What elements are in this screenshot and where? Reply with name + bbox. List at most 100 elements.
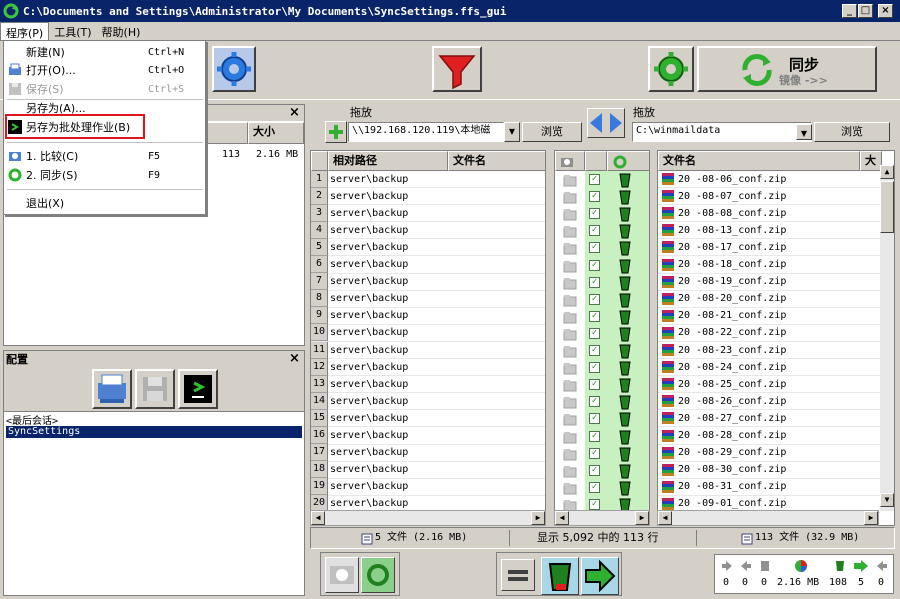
config-close-icon[interactable]: × <box>289 351 300 366</box>
show-equal-files-button[interactable] <box>501 559 535 591</box>
table-row[interactable]: 16 server\backup <box>311 427 545 445</box>
trash-icon[interactable] <box>617 206 633 222</box>
menu-item-exit[interactable]: 退出(X) <box>4 194 205 212</box>
trash-icon[interactable] <box>617 240 633 256</box>
sync-button[interactable]: 同步 镜像 ->> <box>697 46 877 92</box>
right-folder-input[interactable]: C:\winmaildata <box>632 122 812 142</box>
trash-icon[interactable] <box>617 411 633 427</box>
table-row[interactable]: 13 server\backup <box>311 375 545 394</box>
table-row[interactable]: 20 -08-18_conf.zip <box>658 257 880 274</box>
table-row[interactable]: 20 -08-28_conf.zip <box>658 428 880 445</box>
table-row[interactable]: 1 server\backup <box>311 170 545 188</box>
table-row[interactable]: 10 server\backup <box>311 324 545 342</box>
action-row[interactable]: ✓ <box>555 291 649 308</box>
action-row[interactable]: ✓ <box>555 308 649 325</box>
left-folder-dropdown[interactable]: ▼ <box>504 122 520 142</box>
action-row[interactable]: ✓ <box>555 188 649 205</box>
table-row[interactable]: 19 server\backup <box>311 478 545 496</box>
table-row[interactable]: 20 -08-25_conf.zip <box>658 376 880 394</box>
col-header-category[interactable] <box>555 151 585 171</box>
action-row[interactable]: ✓ <box>555 257 649 274</box>
include-checkbox[interactable]: ✓ <box>589 191 600 203</box>
middle-hscrollbar[interactable]: ◀ ▶ <box>554 510 650 526</box>
trash-icon[interactable] <box>617 360 633 376</box>
table-row[interactable]: 20 -08-20_conf.zip <box>658 291 880 308</box>
table-row[interactable]: 14 server\backup <box>311 392 545 411</box>
include-checkbox[interactable]: ✓ <box>589 174 600 185</box>
include-checkbox[interactable]: ✓ <box>589 293 600 305</box>
right-browse-button[interactable]: 浏览 <box>814 122 890 142</box>
config-item-syncsettings[interactable]: SyncSettings <box>6 426 302 438</box>
load-config-button[interactable] <box>92 369 132 409</box>
action-row[interactable]: ✓ <box>555 325 649 342</box>
action-row[interactable]: ✓ <box>555 239 649 256</box>
col-header-relpath[interactable]: 相对路径 <box>328 151 448 171</box>
maximize-button[interactable]: □ <box>858 4 873 18</box>
menu-item-sync[interactable]: 2. 同步(S) F9 <box>4 166 205 184</box>
table-row[interactable]: 20 -08-21_conf.zip <box>658 308 880 325</box>
menu-tools[interactable]: 工具(T) <box>49 22 96 40</box>
col-header-filename-right[interactable]: 文件名 <box>658 151 860 171</box>
action-row[interactable]: ✓ <box>555 462 649 479</box>
table-row[interactable]: 8 server\backup <box>311 290 545 308</box>
panel-close-icon[interactable]: × <box>289 105 300 120</box>
trash-icon[interactable] <box>617 446 633 462</box>
add-folder-pair-button[interactable] <box>325 121 347 143</box>
trash-icon[interactable] <box>617 377 633 393</box>
trash-icon[interactable] <box>617 309 633 325</box>
table-row[interactable]: 4 server\backup <box>311 221 545 240</box>
trash-icon[interactable] <box>617 429 633 445</box>
table-row[interactable]: 20 -08-22_conf.zip <box>658 325 880 342</box>
table-row[interactable]: 20 -08-31_conf.zip <box>658 479 880 496</box>
show-equal-button[interactable] <box>325 557 359 593</box>
action-row[interactable]: ✓ <box>555 171 649 188</box>
table-row[interactable]: 20 -08-07_conf.zip <box>658 188 880 206</box>
menu-item-compare[interactable]: 1. 比较(C) F5 <box>4 147 205 165</box>
table-row[interactable]: 15 server\backup <box>311 409 545 428</box>
include-checkbox[interactable]: ✓ <box>589 379 600 391</box>
trash-icon[interactable] <box>617 326 633 342</box>
table-row[interactable]: 20 -08-13_conf.zip <box>658 222 880 240</box>
right-folder-dropdown[interactable]: ▼ <box>796 124 812 140</box>
menu-program[interactable]: 程序(P) <box>0 22 50 40</box>
include-checkbox[interactable]: ✓ <box>589 396 600 408</box>
sync-settings-button[interactable] <box>648 46 694 92</box>
include-checkbox[interactable]: ✓ <box>589 208 600 220</box>
col-header-sync-action[interactable] <box>607 151 649 171</box>
save-config-button[interactable] <box>135 369 175 409</box>
include-checkbox[interactable]: ✓ <box>589 362 600 374</box>
action-row[interactable]: ✓ <box>555 393 649 410</box>
table-row[interactable]: 7 server\backup <box>311 273 545 291</box>
include-checkbox[interactable]: ✓ <box>589 447 600 459</box>
swap-sides-button[interactable] <box>587 108 625 138</box>
col-header-filename-left[interactable]: 文件名 <box>448 151 545 171</box>
action-row[interactable]: ✓ <box>555 342 649 359</box>
trash-icon[interactable] <box>617 394 633 410</box>
trash-icon[interactable] <box>617 258 633 274</box>
table-row[interactable]: 20 -08-08_conf.zip <box>658 205 880 223</box>
show-delete-button[interactable] <box>541 557 579 595</box>
trash-icon[interactable] <box>617 480 633 496</box>
trash-icon[interactable] <box>617 223 633 239</box>
table-row[interactable]: 11 server\backup <box>311 341 545 359</box>
action-row[interactable]: ✓ <box>555 445 649 462</box>
action-row[interactable]: ✓ <box>555 376 649 393</box>
include-checkbox[interactable]: ✓ <box>589 498 600 510</box>
action-row[interactable]: ✓ <box>555 479 649 496</box>
trash-icon[interactable] <box>617 343 633 359</box>
show-sync-button[interactable] <box>361 557 395 593</box>
left-browse-button[interactable]: 浏览 <box>522 122 582 142</box>
table-row[interactable]: 20 -08-26_conf.zip <box>658 393 880 411</box>
table-row[interactable]: 6 server\backup <box>311 256 545 274</box>
include-checkbox[interactable]: ✓ <box>589 430 600 442</box>
col-header-size[interactable]: 大小 <box>248 122 304 144</box>
trash-icon[interactable] <box>617 275 633 291</box>
include-checkbox[interactable]: ✓ <box>589 242 600 254</box>
action-row[interactable]: ✓ <box>555 222 649 239</box>
right-hscrollbar[interactable]: ◀ ▶ <box>657 510 879 526</box>
left-folder-input[interactable]: \\192.168.120.119\本地磁 <box>348 122 504 142</box>
include-checkbox[interactable]: ✓ <box>589 310 600 322</box>
minimize-button[interactable]: _ <box>842 4 857 18</box>
include-checkbox[interactable]: ✓ <box>589 276 600 288</box>
trash-icon[interactable] <box>617 189 633 205</box>
